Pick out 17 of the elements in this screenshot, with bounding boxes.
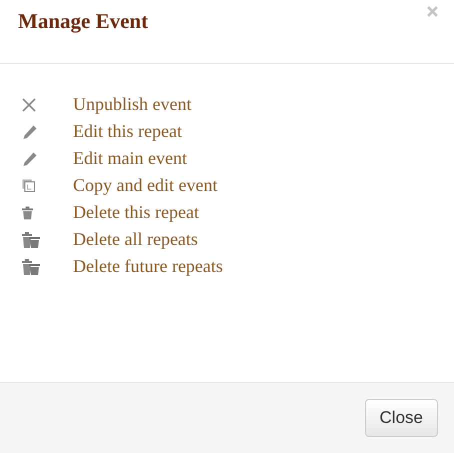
action-link[interactable]: Delete future repeats [73,256,223,277]
action-link[interactable]: Edit main event [73,148,187,169]
trash-icon [22,232,40,248]
trash-icon [22,258,40,274]
dialog-title: Manage Event [18,9,148,34]
action-link[interactable]: Unpublish event [73,94,192,115]
copy-icon [22,179,35,192]
action-link[interactable]: Delete this repeat [73,202,199,223]
x-icon [22,98,36,112]
close-icon[interactable] [427,6,438,17]
action-link[interactable]: Copy and edit event [73,175,218,196]
close-button[interactable]: Close [364,399,438,437]
action-link[interactable]: Edit this repeat [73,121,182,142]
action-link[interactable]: Delete all repeats [73,229,198,250]
trash-icon [22,206,33,220]
pencil-icon [22,124,38,140]
pencil-icon [22,150,38,166]
